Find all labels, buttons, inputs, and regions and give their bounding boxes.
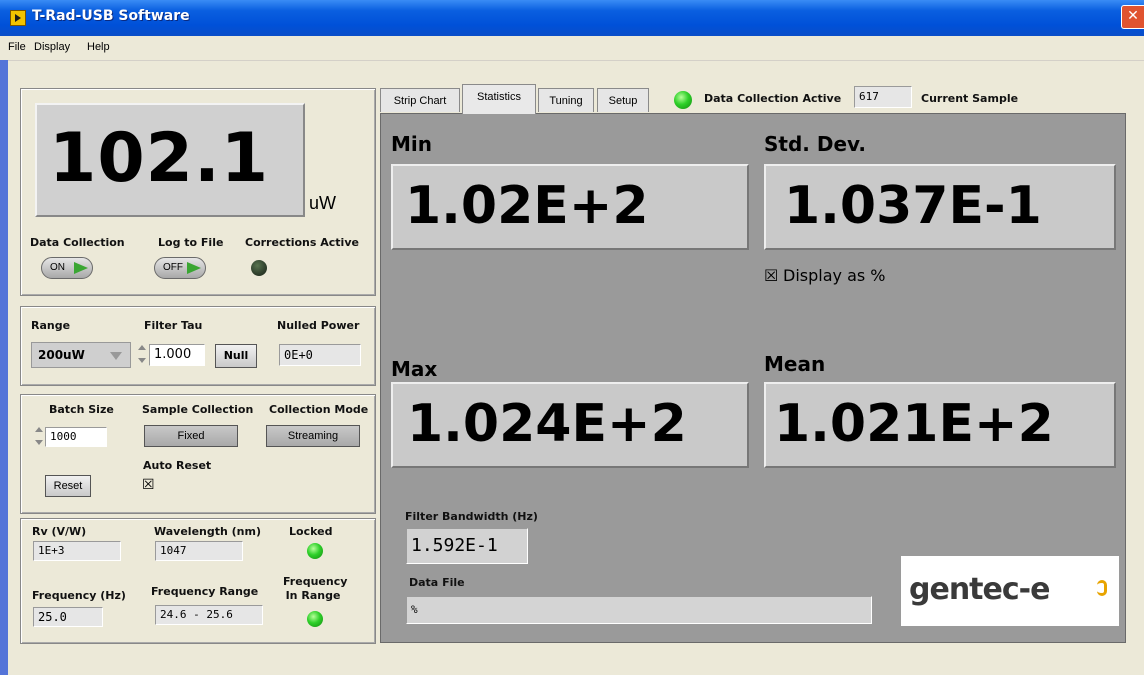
menu-file[interactable]: File (8, 41, 26, 53)
tab-tuning[interactable]: Tuning (538, 88, 594, 112)
batch-size-spinner-icon[interactable] (34, 425, 44, 447)
auto-reset-label: Auto Reset (143, 459, 212, 472)
window-title: T-Rad-USB Software (32, 8, 190, 24)
tab-setup[interactable]: Setup (597, 88, 649, 112)
data-collection-state: ON (50, 262, 65, 273)
filter-tau-input[interactable]: 1.000 (149, 344, 205, 366)
min-value: 1.02E+2 (405, 176, 649, 236)
frequency-range-value: 24.6 - 25.6 (155, 605, 263, 625)
filter-bandwidth-label: Filter Bandwidth (Hz) (405, 510, 538, 523)
nulled-power-label: Nulled Power (277, 319, 360, 332)
batch-size-label: Batch Size (49, 403, 114, 416)
readout-unit: uW (309, 193, 336, 213)
auto-reset-checkbox[interactable]: ☒ (142, 477, 155, 493)
toggle-arrow-icon (187, 262, 201, 274)
std-dev-display: 1.037E-1 (764, 164, 1116, 250)
wavelength-value: 1047 (155, 541, 243, 561)
frequency-label: Frequency (Hz) (32, 589, 126, 602)
range-label: Range (31, 319, 71, 332)
min-display: 1.02E+2 (391, 164, 749, 250)
reset-button[interactable]: Reset (45, 475, 91, 497)
rv-value: 1E+3 (33, 541, 121, 561)
range-panel: Range 200uW Filter Tau 1.000 Null Nulled… (20, 306, 376, 386)
frequency-range-label: Frequency Range (151, 585, 259, 598)
log-to-file-label: Log to File (158, 236, 224, 249)
readout-panel: 102.1 uW Data Collection ON Log to File … (20, 88, 376, 296)
title-bar: T-Rad-USB Software ✕ (0, 0, 1144, 36)
mean-label: Mean (764, 352, 826, 376)
tab-strip-chart[interactable]: Strip Chart (380, 88, 460, 112)
corrections-active-label: Corrections Active (245, 236, 359, 249)
current-sample-value: 617 (854, 86, 912, 108)
frequency-in-range-label-1: Frequency (283, 575, 348, 588)
chevron-down-icon[interactable] (110, 352, 122, 360)
wavelength-label: Wavelength (nm) (154, 525, 261, 538)
sensor-panel: Rv (V/W) 1E+3 Wavelength (nm) 1047 Locke… (20, 518, 376, 644)
batch-size-input[interactable]: 1000 (45, 427, 107, 447)
frequency-in-range-label-2: In Range (285, 589, 341, 602)
sample-collection-button[interactable]: Fixed (144, 425, 238, 447)
close-button[interactable]: ✕ (1121, 5, 1144, 29)
batch-panel: Batch Size 1000 Sample Collection Fixed … (20, 394, 376, 514)
mean-display: 1.021E+2 (764, 382, 1116, 468)
logo-o-icon (1097, 580, 1107, 596)
menu-display[interactable]: Display (34, 41, 70, 53)
min-label: Min (391, 132, 432, 156)
tab-statistics[interactable]: Statistics (462, 84, 536, 114)
range-select[interactable]: 200uW (31, 342, 131, 368)
app-icon (10, 10, 26, 26)
filter-bandwidth-value: 1.592E-1 (406, 528, 528, 564)
filter-tau-spinner-icon[interactable] (137, 343, 147, 365)
log-to-file-state: OFF (163, 262, 183, 273)
gentec-logo: gentec-e (901, 556, 1119, 626)
display-as-percent-label: Display as % (783, 266, 886, 285)
corrections-active-led (251, 260, 267, 276)
data-collection-active-label: Data Collection Active (704, 92, 842, 105)
statistics-panel: Min 1.02E+2 Std. Dev. 1.037E-1 ☒ Display… (380, 113, 1126, 643)
menu-help[interactable]: Help (87, 41, 110, 53)
data-collection-active-led (674, 91, 692, 109)
log-to-file-toggle[interactable]: OFF (154, 257, 206, 279)
frequency-in-range-led (307, 611, 323, 627)
readout-display: 102.1 (35, 103, 305, 217)
locked-led (307, 543, 323, 559)
data-collection-label: Data Collection (30, 236, 125, 249)
range-value: 200uW (38, 348, 85, 362)
std-dev-value: 1.037E-1 (784, 176, 1042, 236)
toggle-arrow-icon (74, 262, 88, 274)
collection-mode-label: Collection Mode (269, 403, 369, 416)
sample-collection-label: Sample Collection (142, 403, 254, 416)
readout-value: 102.1 (49, 119, 270, 198)
collection-mode-button[interactable]: Streaming (266, 425, 360, 447)
max-display: 1.024E+2 (391, 382, 749, 468)
rv-label: Rv (V/W) (32, 525, 87, 538)
nulled-power-value: 0E+0 (279, 344, 361, 366)
display-as-percent-checkbox[interactable]: ☒ (764, 266, 778, 285)
logo-text: gentec-e (909, 572, 1050, 607)
window-left-edge (0, 60, 8, 675)
data-collection-toggle[interactable]: ON (41, 257, 93, 279)
null-button[interactable]: Null (215, 344, 257, 368)
mean-value: 1.021E+2 (774, 394, 1054, 454)
max-label: Max (391, 357, 438, 381)
std-dev-label: Std. Dev. (764, 132, 867, 156)
data-file-path[interactable]: % (406, 596, 872, 624)
frequency-value: 25.0 (33, 607, 103, 627)
menu-bar: File Display Help (0, 36, 1144, 61)
current-sample-label: Current Sample (921, 92, 1019, 105)
locked-label: Locked (289, 525, 333, 538)
filter-tau-label: Filter Tau (144, 319, 203, 332)
max-value: 1.024E+2 (407, 394, 687, 454)
data-file-label: Data File (409, 576, 465, 589)
